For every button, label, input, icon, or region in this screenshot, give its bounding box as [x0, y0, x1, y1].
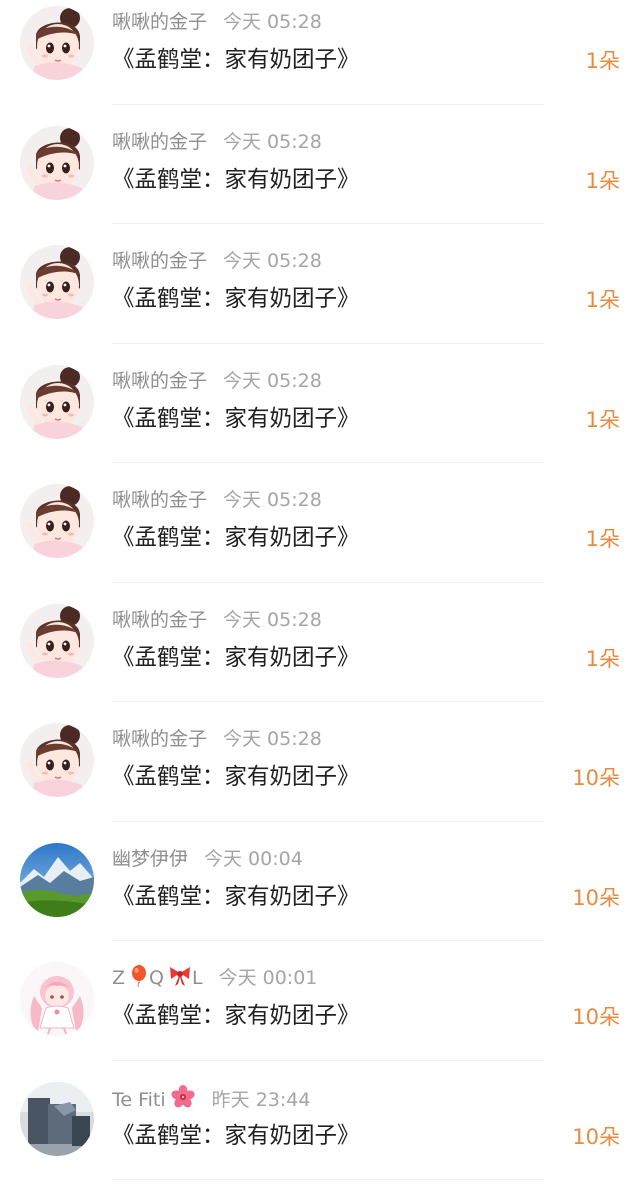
gift-message: 《孟鹤堂：家有奶团子》	[112, 525, 360, 551]
gift-record-row[interactable]: 啾啾的金子 今天 05:28 《孟鹤堂：家有奶团子》 1朵	[0, 463, 640, 583]
user-avatar[interactable]	[20, 842, 94, 917]
flower-count: 1朵	[585, 527, 620, 551]
gift-message: 《孟鹤堂：家有奶团子》	[112, 1003, 360, 1029]
record-meta: 啾啾的金子 今天 05:28	[112, 487, 322, 513]
photo-avatar-icon	[20, 1081, 94, 1156]
flower-count: 10朵	[572, 1124, 620, 1149]
username[interactable]: 啾啾的金子	[112, 370, 207, 392]
record-meta: 啾啾的金子 今天 05:28	[112, 129, 322, 155]
record-meta: Z Q L 今天 00:01	[112, 965, 317, 991]
username[interactable]: 啾啾的金子	[112, 489, 207, 511]
user-avatar[interactable]	[20, 603, 94, 678]
anime-girl-avatar-icon	[20, 484, 94, 558]
flower-count: 1朵	[585, 646, 620, 671]
flower-emoji-icon	[171, 1084, 195, 1107]
gift-record-row[interactable]: Z Q L 今天 00:01 《孟鹤堂：家有奶团子》 10朵	[0, 941, 640, 1061]
username[interactable]: 啾啾的金子	[112, 131, 207, 153]
flower-count: 1朵	[585, 288, 620, 312]
username[interactable]: Te Fiti	[112, 1084, 196, 1111]
anime-girl-avatar-icon	[20, 125, 94, 200]
timestamp: 今天 05:28	[223, 608, 322, 631]
record-meta: 啾啾的金子 今天 05:28	[112, 9, 322, 35]
username-part: L	[192, 967, 203, 989]
timestamp: 今天 05:28	[223, 11, 322, 33]
gift-record-row[interactable]: 啾啾的金子 今天 05:28 《孟鹤堂：家有奶团子》 10朵	[0, 702, 640, 822]
username[interactable]: 啾啾的金子	[112, 11, 207, 33]
timestamp: 今天 05:28	[223, 250, 322, 272]
gift-message: 《孟鹤堂：家有奶团子》	[112, 47, 360, 73]
timestamp: 今天 00:04	[204, 847, 303, 870]
gift-message: 《孟鹤堂：家有奶团子》	[112, 764, 360, 790]
user-avatar[interactable]	[20, 6, 94, 80]
username-part: Z	[112, 967, 126, 989]
gift-record-row[interactable]: 啾啾的金子 今天 05:28 《孟鹤堂：家有奶团子》 1朵	[0, 105, 640, 225]
gift-message: 《孟鹤堂：家有奶团子》	[112, 405, 360, 432]
user-avatar[interactable]	[20, 245, 94, 319]
record-meta: 啾啾的金子 今天 05:28	[112, 726, 322, 752]
mountain-landscape-avatar-icon	[20, 842, 94, 917]
username[interactable]: 幽梦伊伊	[112, 848, 188, 870]
timestamp: 今天 05:28	[223, 489, 322, 511]
username[interactable]: ZQL	[112, 965, 203, 989]
gift-message: 《孟鹤堂：家有奶团子》	[112, 166, 360, 193]
gift-record-row[interactable]: 幽梦伊伊 今天 00:04 《孟鹤堂：家有奶团子》 10朵	[0, 822, 640, 942]
user-avatar[interactable]	[20, 125, 94, 200]
gift-record-row[interactable]: 啾啾的金子 今天 05:28 《孟鹤堂：家有奶团子》 1朵	[0, 0, 640, 105]
gift-record-row[interactable]: 啾啾的金子 今天 05:28 《孟鹤堂：家有奶团子》 1朵	[0, 224, 640, 344]
user-avatar[interactable]	[20, 484, 94, 558]
username[interactable]: 啾啾的金子	[112, 609, 207, 631]
timestamp: 昨天 23:44	[211, 1088, 311, 1111]
anime-girl-avatar-icon	[20, 723, 94, 797]
record-meta: Te Fiti 昨天 23:44	[112, 1084, 311, 1113]
timestamp: 今天 05:28	[223, 130, 322, 153]
gift-record-list: 啾啾的金子 今天 05:28 《孟鹤堂：家有奶团子》 1朵 啾啾的金子 今天 0…	[0, 0, 640, 1181]
gift-message: 《孟鹤堂：家有奶团子》	[112, 286, 360, 312]
anime-girl-avatar-icon	[20, 245, 94, 319]
user-avatar[interactable]	[20, 1081, 94, 1156]
timestamp: 今天 05:28	[223, 728, 322, 750]
ribbon-emoji-icon	[170, 967, 190, 986]
username-part: Q	[149, 967, 164, 989]
anime-girl-avatar-icon	[20, 603, 94, 678]
record-meta: 啾啾的金子 今天 05:28	[112, 368, 322, 394]
username-part: Te Fiti	[112, 1088, 166, 1111]
gift-record-row[interactable]: 啾啾的金子 今天 05:28 《孟鹤堂：家有奶团子》 1朵	[0, 344, 640, 464]
gift-record-row[interactable]: Te Fiti 昨天 23:44 《孟鹤堂：家有奶团子》 10朵	[0, 1061, 640, 1181]
anime-girl-avatar-icon	[20, 6, 94, 80]
gift-message: 《孟鹤堂：家有奶团子》	[112, 883, 360, 910]
pink-anime-girl-avatar-icon	[20, 962, 94, 1036]
flower-count: 1朵	[585, 407, 620, 432]
record-meta: 啾啾的金子 今天 05:28	[112, 607, 322, 633]
user-avatar[interactable]	[20, 962, 94, 1036]
gift-record-row[interactable]: 啾啾的金子 今天 05:28 《孟鹤堂：家有奶团子》 1朵	[0, 583, 640, 703]
record-meta: 幽梦伊伊 今天 00:04	[112, 846, 303, 872]
username[interactable]: 啾啾的金子	[112, 728, 207, 750]
gift-message: 《孟鹤堂：家有奶团子》	[112, 1122, 360, 1149]
balloon-emoji-icon	[132, 965, 147, 987]
flower-count: 10朵	[572, 1005, 620, 1029]
gift-message: 《孟鹤堂：家有奶团子》	[112, 644, 360, 671]
anime-girl-avatar-icon	[20, 364, 94, 439]
flower-count: 10朵	[572, 885, 620, 910]
flower-count: 1朵	[585, 49, 620, 73]
username[interactable]: 啾啾的金子	[112, 250, 207, 272]
timestamp: 今天 00:01	[218, 967, 318, 989]
flower-count: 1朵	[585, 168, 620, 193]
user-avatar[interactable]	[20, 364, 94, 439]
record-meta: 啾啾的金子 今天 05:28	[112, 248, 322, 274]
user-avatar[interactable]	[20, 723, 94, 797]
timestamp: 今天 05:28	[223, 369, 322, 392]
flower-count: 10朵	[572, 766, 620, 790]
